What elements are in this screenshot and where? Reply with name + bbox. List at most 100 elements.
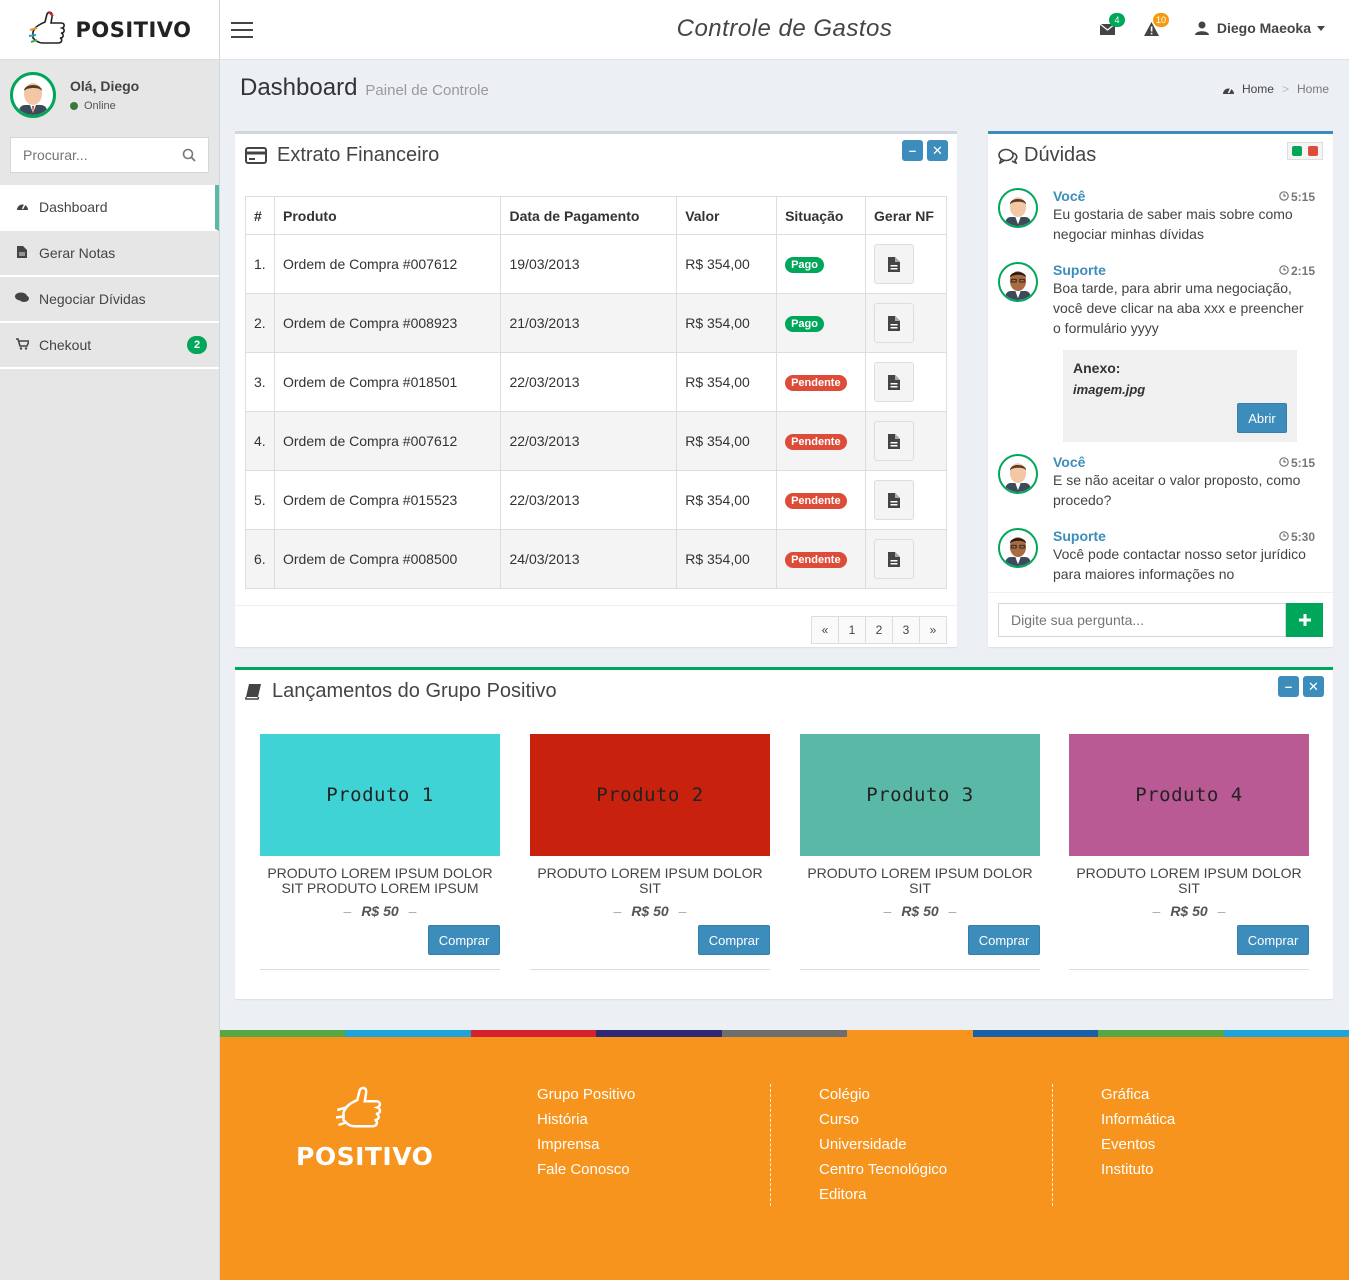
open-attachment-button[interactable]: Abrir xyxy=(1237,403,1287,433)
row-status: Pago xyxy=(776,293,867,353)
footer-logo[interactable]: POSITIVO xyxy=(296,1085,433,1171)
clock-icon xyxy=(1279,531,1289,541)
footer-link[interactable]: Fale Conosco xyxy=(537,1160,635,1185)
footer-link[interactable]: Universidade xyxy=(819,1135,947,1160)
breadcrumb-home[interactable]: Home xyxy=(1242,82,1274,96)
message-time-text: 2:15 xyxy=(1290,264,1315,278)
messages-count-badge: 4 xyxy=(1109,13,1125,27)
collapse-button[interactable]: – xyxy=(1278,676,1299,697)
footer-link[interactable]: Instituto xyxy=(1101,1160,1175,1185)
user-avatar[interactable] xyxy=(10,72,56,118)
footer-color-stripes xyxy=(220,1030,1349,1037)
messages-button[interactable]: 4 xyxy=(1099,13,1125,38)
product-image[interactable]: Produto 3 xyxy=(800,734,1040,856)
footer-link[interactable]: Curso xyxy=(819,1110,947,1135)
footer-link[interactable]: Centro Tecnológico xyxy=(819,1160,947,1185)
generate-nf-button[interactable] xyxy=(874,480,915,520)
chat-messages[interactable]: Você 5:15 Eu gostaria de saber mais sobr… xyxy=(998,188,1323,591)
buy-button[interactable]: Comprar xyxy=(968,925,1040,955)
sidebar-item-label: Gerar Notas xyxy=(39,245,116,261)
online-toggle-icon[interactable] xyxy=(1292,146,1302,156)
row-product: Ordem de Compra #008500 xyxy=(273,529,502,589)
brand-name: POSITIVO xyxy=(75,17,192,42)
pagination: « 1 2 3 » xyxy=(811,616,947,644)
sidebar-item-negociar-dividas[interactable]: Negociar Dívidas xyxy=(0,277,219,323)
product-description: PRODUTO LOREM IPSUM DOLOR SIT xyxy=(537,865,763,896)
generate-nf-button[interactable] xyxy=(874,303,915,343)
message-time: 5:30 xyxy=(1279,530,1315,544)
product-image[interactable]: Produto 2 xyxy=(530,734,770,856)
sidebar-item-gerar-notas[interactable]: Gerar Notas xyxy=(0,231,219,277)
row-value: R$ 354,00 xyxy=(676,352,778,412)
buy-button[interactable]: Comprar xyxy=(428,925,500,955)
page-3[interactable]: 3 xyxy=(892,616,920,644)
product-card: Produto 4 PRODUTO LOREM IPSUM DOLOR SIT … xyxy=(1069,734,1309,970)
footer-link[interactable]: Colégio xyxy=(819,1085,947,1110)
send-question-button[interactable] xyxy=(1286,603,1323,637)
generate-nf-button[interactable] xyxy=(874,244,915,284)
breadcrumb: Home > Home xyxy=(1222,82,1329,96)
message-time: 2:15 xyxy=(1279,264,1315,278)
message-time-text: 5:15 xyxy=(1290,456,1315,470)
row-nf xyxy=(865,411,947,471)
table-row: 1. Ordem de Compra #007612 19/03/2013 R$… xyxy=(245,234,947,294)
cart-count-badge: 2 xyxy=(187,336,207,354)
user-name: Diego Maeoka xyxy=(1216,20,1311,36)
footer-link[interactable]: Editora xyxy=(819,1185,947,1210)
footer-link[interactable]: Informática xyxy=(1101,1110,1175,1135)
sidebar: POSITIVO Olá, Diego Online Procurar... D… xyxy=(0,0,220,1280)
page-title-text: Dashboard xyxy=(240,74,358,101)
man-avatar-icon xyxy=(1005,197,1031,226)
generate-nf-button[interactable] xyxy=(874,421,915,461)
row-date: 22/03/2013 xyxy=(500,470,678,530)
buy-button[interactable]: Comprar xyxy=(1237,925,1309,955)
page-1[interactable]: 1 xyxy=(838,616,866,644)
brand-logo[interactable]: POSITIVO xyxy=(0,0,219,60)
alerts-button[interactable]: 10 xyxy=(1144,13,1170,39)
footer-link[interactable]: História xyxy=(537,1110,635,1135)
document-icon xyxy=(888,374,901,390)
products-title: Lançamentos do Grupo Positivo xyxy=(245,680,557,703)
column-header: Data de Pagamento xyxy=(500,196,678,235)
footer-link[interactable]: Eventos xyxy=(1101,1135,1175,1160)
caret-down-icon xyxy=(1317,25,1325,31)
user-menu[interactable]: Diego Maeoka xyxy=(1194,20,1325,36)
search-input[interactable] xyxy=(23,147,163,163)
chat-title: Dúvidas xyxy=(998,144,1096,167)
row-value: R$ 354,00 xyxy=(676,293,778,353)
products-tools: – ✕ xyxy=(1278,676,1324,697)
chat-title-text: Dúvidas xyxy=(1024,144,1097,166)
product-image[interactable]: Produto 1 xyxy=(260,734,500,856)
question-input[interactable] xyxy=(998,603,1286,637)
page-2[interactable]: 2 xyxy=(865,616,893,644)
buy-button[interactable]: Comprar xyxy=(698,925,770,955)
table-row: 4. Ordem de Compra #007612 22/03/2013 R$… xyxy=(245,411,947,471)
collapse-button[interactable]: – xyxy=(902,140,923,161)
user-icon xyxy=(1194,21,1209,35)
status-badge: Pago xyxy=(785,257,824,273)
sidebar-item-chekout[interactable]: Chekout 2 xyxy=(0,323,219,369)
page-prev[interactable]: « xyxy=(811,616,839,644)
row-product: Ordem de Compra #007612 xyxy=(273,234,502,294)
close-button[interactable]: ✕ xyxy=(1303,676,1324,697)
close-button[interactable]: ✕ xyxy=(927,140,948,161)
row-date: 21/03/2013 xyxy=(500,293,678,353)
support-avatar xyxy=(998,528,1038,568)
offline-toggle-icon[interactable] xyxy=(1308,146,1318,156)
page-next[interactable]: » xyxy=(919,616,947,644)
product-image[interactable]: Produto 4 xyxy=(1069,734,1309,856)
comments-icon xyxy=(15,292,29,306)
generate-nf-button[interactable] xyxy=(874,362,915,402)
document-icon xyxy=(888,492,901,508)
sidebar-item-dashboard[interactable]: Dashboard xyxy=(0,185,219,231)
page-title: Dashboard Painel de Controle xyxy=(240,74,489,102)
row-number: 3. xyxy=(245,352,275,412)
footer-link[interactable]: Grupo Positivo xyxy=(537,1085,635,1110)
chat-message: Você 5:15 E se não aceitar o valor propo… xyxy=(998,454,1323,510)
support-agent-avatar-icon xyxy=(1005,271,1031,300)
generate-nf-button[interactable] xyxy=(874,539,915,579)
row-date: 22/03/2013 xyxy=(500,411,678,471)
footer-link[interactable]: Imprensa xyxy=(537,1135,635,1160)
search-icon[interactable] xyxy=(182,148,196,162)
footer-link[interactable]: Gráfica xyxy=(1101,1085,1175,1110)
